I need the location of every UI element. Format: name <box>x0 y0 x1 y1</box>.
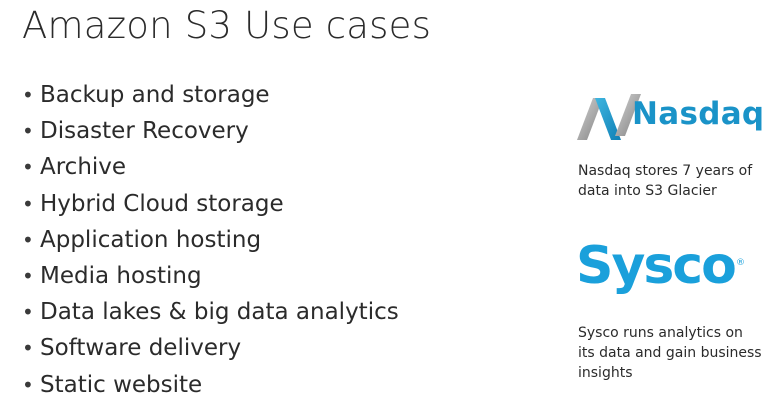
bullet-icon: • <box>22 300 34 325</box>
nasdaq-caption: Nasdaq stores 7 years of data into S3 Gl… <box>578 161 768 201</box>
list-item: • Archive <box>22 149 399 185</box>
list-item-label: Data lakes & big data analytics <box>40 299 399 326</box>
nasdaq-caption-line: Nasdaq stores 7 years of <box>578 163 753 179</box>
list-item: • Media hosting <box>22 258 399 294</box>
bullet-icon: • <box>22 227 34 252</box>
list-item-label: Disaster Recovery <box>40 118 249 145</box>
list-item: • Software delivery <box>22 330 399 366</box>
nasdaq-logo-text: Nasdaq <box>632 96 765 132</box>
bullet-icon: • <box>22 336 34 361</box>
list-item-label: Application hosting <box>40 226 262 253</box>
list-item-label: Static website <box>40 371 203 398</box>
sysco-caption-line: Sysco runs analytics on <box>578 325 743 341</box>
sysco-caption-line: its data and gain business <box>578 345 762 361</box>
sysco-caption-line: insights <box>578 365 633 381</box>
list-item: • Disaster Recovery <box>22 113 399 149</box>
list-item: • Hybrid Cloud storage <box>22 186 399 222</box>
use-case-list: • Backup and storage • Disaster Recovery •… <box>22 77 399 401</box>
bullet-icon: • <box>22 191 34 216</box>
bullet-icon: • <box>22 372 34 397</box>
slide-title: Amazon S3 Use cases <box>22 4 432 47</box>
bullet-icon: • <box>22 83 34 107</box>
bullet-icon: • <box>22 155 34 180</box>
list-item: • Static website <box>22 367 399 401</box>
list-item-label: Archive <box>40 154 127 181</box>
list-item-label: Software delivery <box>40 335 242 362</box>
list-item-label: Hybrid Cloud storage <box>40 190 284 217</box>
registered-mark-icon: ® <box>736 258 745 268</box>
list-item: • Backup and storage <box>22 77 399 113</box>
sysco-logo-text: Sysco <box>576 236 737 296</box>
list-item: • Data lakes & big data analytics <box>22 294 399 330</box>
sysco-caption: Sysco runs analytics on its data and gai… <box>578 323 768 383</box>
slide: Amazon S3 Use cases • Backup and storage … <box>0 0 775 401</box>
nasdaq-caption-line: data into S3 Glacier <box>578 183 717 199</box>
bullet-icon: • <box>22 263 34 288</box>
list-item-label: Backup and storage <box>40 82 270 108</box>
list-item-label: Media hosting <box>40 262 202 289</box>
list-item: • Application hosting <box>22 222 399 258</box>
bullet-icon: • <box>22 119 34 144</box>
